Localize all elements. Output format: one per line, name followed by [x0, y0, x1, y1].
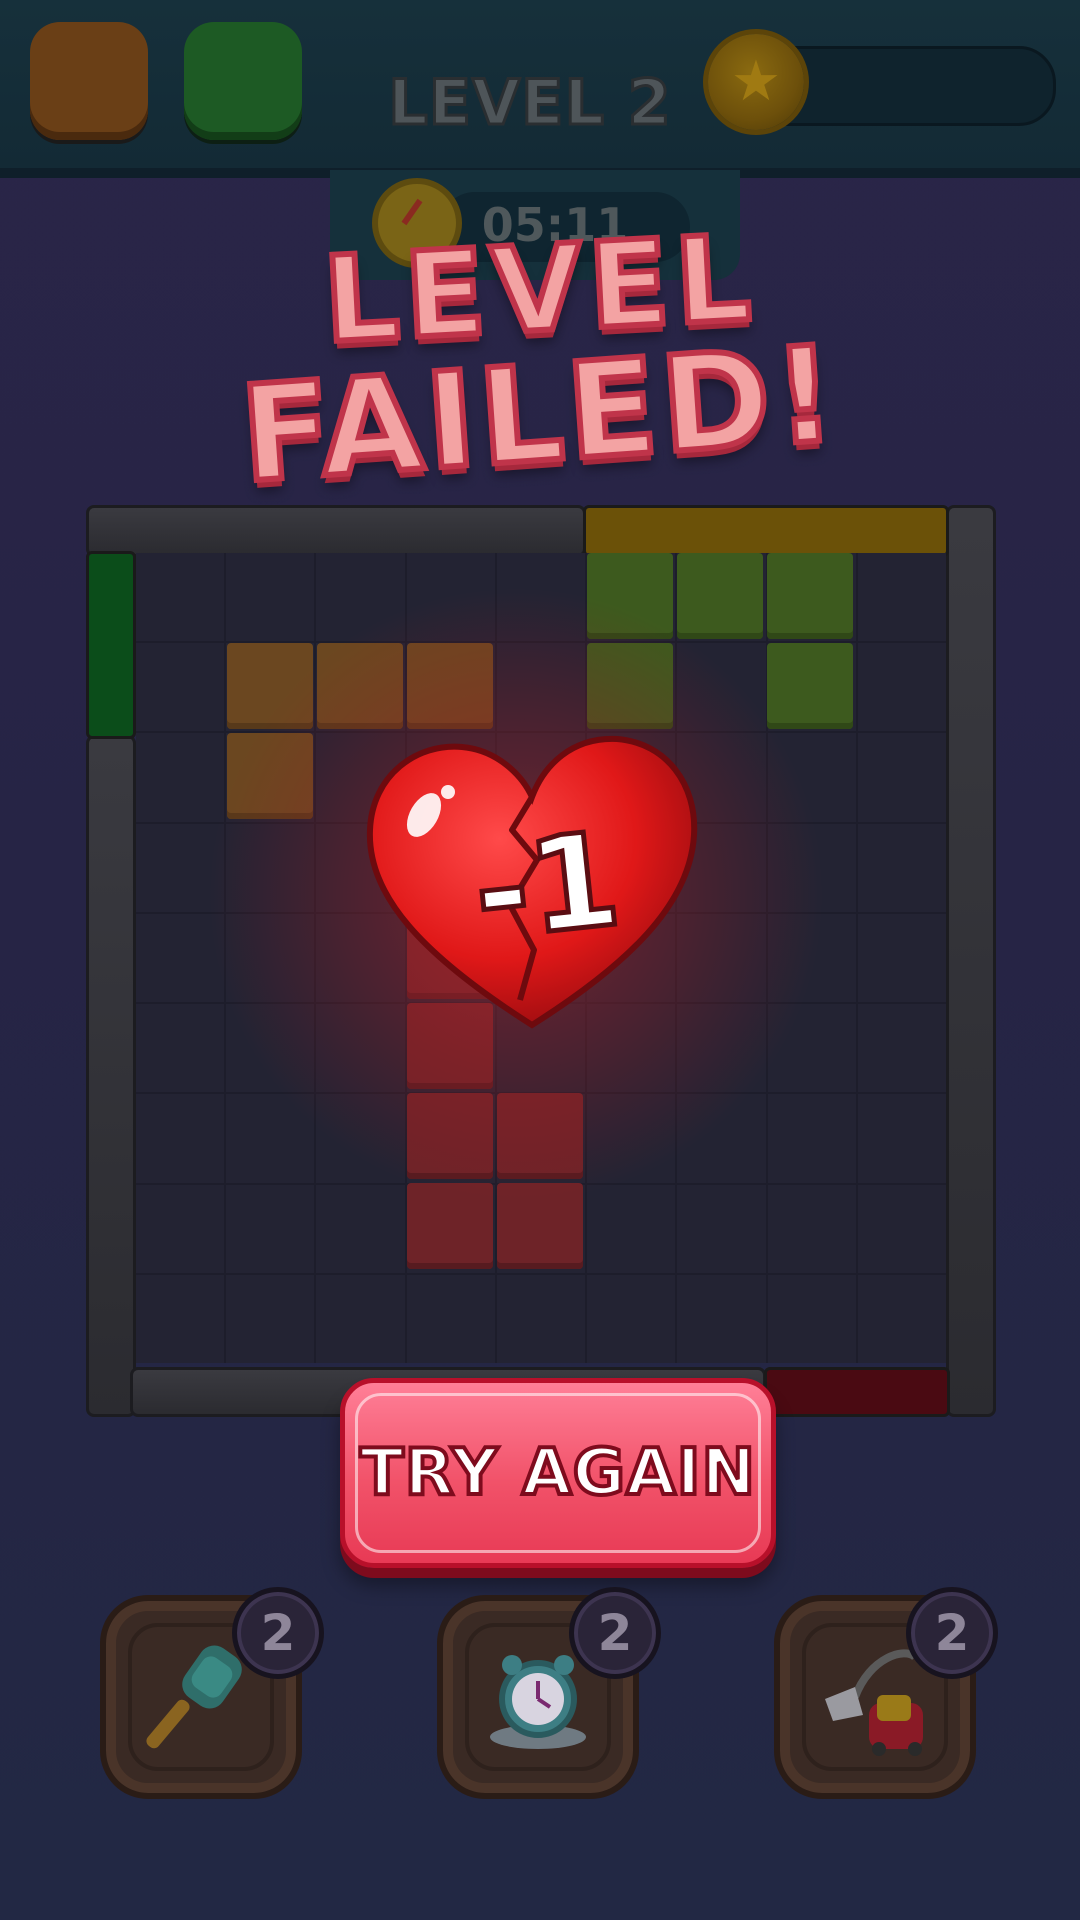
green-block[interactable]	[767, 643, 853, 729]
grid-cell	[136, 1274, 225, 1363]
grid-cell	[767, 1274, 856, 1363]
grid-cell	[857, 553, 946, 642]
orange-menu-button[interactable]	[30, 22, 148, 140]
board-frame-right	[946, 505, 996, 1417]
grid-cell	[857, 913, 946, 1003]
coin-icon: ★	[708, 34, 804, 130]
hammer-booster-button[interactable]: 2	[100, 1587, 324, 1799]
grid-cell	[767, 1094, 856, 1183]
grid-cell	[677, 1274, 766, 1363]
grid-cell	[406, 1274, 495, 1363]
grid-cell	[316, 1274, 405, 1363]
grid-cell	[136, 1094, 225, 1183]
grid-cell	[857, 1184, 946, 1273]
grid-cell	[136, 733, 225, 822]
green-exit-gate	[86, 551, 136, 739]
grid-cell	[226, 1184, 315, 1273]
try-again-button[interactable]: TRY AGAIN	[340, 1378, 776, 1568]
grid-cell	[136, 1004, 225, 1093]
clock-count-badge: 2	[569, 1587, 661, 1679]
grid-cell	[587, 1274, 676, 1363]
grid-cell	[226, 1274, 315, 1363]
star-icon: ★	[730, 49, 782, 114]
grid-cell	[316, 1184, 405, 1273]
grid-cell	[857, 823, 946, 912]
hammer-count-badge: 2	[232, 1587, 324, 1679]
yellow-exit-gate	[583, 505, 949, 557]
grid-cell	[677, 1184, 766, 1273]
grid-cell	[226, 553, 315, 642]
grid-cell	[857, 733, 946, 822]
board-frame-left	[86, 735, 136, 1417]
grid-cell	[857, 1004, 946, 1093]
level-title: LEVEL 2	[387, 65, 672, 141]
vacuum-booster-button[interactable]: 2	[774, 1587, 998, 1799]
grid-cell	[587, 1184, 676, 1273]
clock-booster-button[interactable]: 2	[437, 1587, 661, 1799]
red-exit-gate	[764, 1367, 950, 1417]
life-lost-label: -1	[465, 800, 630, 971]
grid-cell	[857, 1094, 946, 1183]
vacuum-count-badge: 2	[906, 1587, 998, 1679]
try-again-label: TRY AGAIN	[358, 1434, 757, 1512]
green-block[interactable]	[677, 553, 763, 639]
green-block[interactable]	[767, 553, 853, 639]
grid-cell	[496, 1274, 586, 1363]
grid-cell	[857, 643, 946, 732]
grid-cell	[136, 643, 225, 732]
grid-cell	[136, 553, 225, 642]
green-menu-button[interactable]	[184, 22, 302, 140]
grid-cell	[767, 1184, 856, 1273]
grid-cell	[136, 1184, 225, 1273]
grid-cell	[857, 1274, 946, 1363]
